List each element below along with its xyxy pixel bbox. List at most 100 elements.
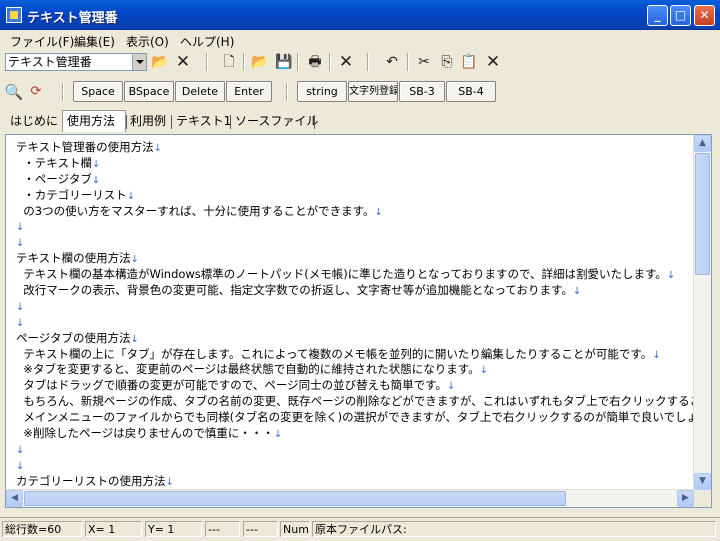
bspace-button[interactable]: BSpace [124, 81, 174, 102]
editor-line-text: ・カテゴリーリスト [16, 187, 127, 202]
paste-icon[interactable]: 📋 [459, 52, 479, 72]
maximize-button[interactable]: □ [670, 5, 691, 26]
open-file-icon[interactable]: 📂 [250, 52, 270, 72]
chevron-down-icon[interactable] [132, 54, 146, 70]
open-folder-icon[interactable]: 📂 [150, 52, 170, 72]
horizontal-scroll-thumb[interactable] [24, 491, 566, 506]
editor-line-text: もちろん、新規ページの作成、タブの名前の変更、既存ページの削除などができますが、… [16, 394, 712, 409]
return-mark-icon: ↓ [153, 143, 163, 154]
status-source-path: 原本ファイルパス: [312, 521, 716, 537]
vertical-scroll-thumb[interactable] [695, 153, 710, 275]
window-title: テキスト管理番 [27, 11, 118, 26]
editor-line-text: メインメニューのファイルからでも同様(タブ名の変更を除く)の選択ができますが、タ… [16, 410, 712, 425]
app-icon[interactable] [6, 7, 22, 23]
vertical-scrollbar[interactable]: ▲ ▼ [693, 135, 711, 490]
return-mark-icon: ↓ [130, 254, 140, 266]
toolbar-separator [243, 53, 245, 71]
editor-line: テキスト管理番の使用方法↓ [16, 139, 691, 155]
tab-text1[interactable]: テキスト1 [172, 111, 235, 131]
return-mark-icon: ↓ [652, 349, 661, 361]
sb3-button[interactable]: SB-3 [399, 81, 445, 102]
return-mark-icon: ↓ [91, 158, 101, 170]
return-mark-icon: ↓ [16, 222, 25, 234]
copy-icon[interactable]: ⎘ [437, 52, 457, 72]
return-mark-icon: ↓ [446, 381, 456, 393]
sb4-button[interactable]: SB-4 [446, 81, 496, 102]
title-bar[interactable]: テキスト管理番 _ □ ✕ [0, 0, 720, 30]
editor-line: 改行マークの表示、背景色の変更可能、指定文字数での折返し、文字寄せ等が追加機能と… [16, 282, 691, 298]
close-button[interactable]: ✕ [694, 5, 715, 26]
status-bar: 総行数=60 X= 1 Y= 1 --- --- Num 原本ファイルパス: [0, 517, 720, 541]
status-field-2: --- [243, 521, 278, 537]
space-button[interactable]: Space [73, 81, 123, 102]
toolbar-separator [367, 53, 369, 71]
editor-line: ↓ [16, 234, 691, 250]
search-icon[interactable]: 🔍 [4, 82, 24, 102]
menu-file[interactable]: ファイル(F) [10, 33, 74, 50]
editor-line: カテゴリーリストの使用方法↓ [16, 473, 691, 489]
text-editor[interactable]: テキスト管理番の使用方法↓ ・テキスト欄↓ ・ページタブ↓ ・カテゴリーリスト↓… [5, 134, 712, 508]
editor-line-text: 改行マークの表示、背景色の変更可能、指定文字数での折返し、文字寄せ等が追加機能と… [16, 283, 573, 298]
status-field-1: --- [205, 521, 240, 537]
tab-usage[interactable]: 使用方法 [62, 110, 126, 132]
enter-button[interactable]: Enter [226, 81, 272, 102]
return-mark-icon: ↓ [91, 174, 101, 186]
editor-line: ↓ [16, 441, 691, 457]
category-combo[interactable]: テキスト管理番 [5, 53, 147, 71]
menu-help[interactable]: ヘルプ(H) [180, 33, 234, 50]
status-x: X= 1 [85, 521, 142, 537]
editor-line: テキスト欄の上に「タブ」が存在します。これによって複数のメモ帳を並列的に開いたり… [16, 346, 691, 362]
editor-line: ※タブを変更すると、変更前のページは最終状態で自動的に維持された状態になります。… [16, 361, 691, 377]
editor-lines: テキスト管理番の使用方法↓ ・テキスト欄↓ ・ページタブ↓ ・カテゴリーリスト↓… [16, 139, 711, 489]
clear-icon[interactable]: ✕ [483, 52, 503, 72]
menu-edit[interactable]: 編集(E) [74, 33, 115, 50]
return-mark-icon: ↓ [165, 476, 174, 488]
menu-view[interactable]: 表示(O) [126, 33, 169, 50]
editor-line-text: カテゴリーリストの使用方法 [16, 473, 166, 488]
editor-line-text: の3つの使い方をマスターすれば、十分に使用することができます。 [16, 203, 375, 218]
editor-line: ・カテゴリーリスト↓ [16, 187, 691, 203]
editor-line: テキスト欄の基本構造がWindows標準のノートパッド(メモ帳)に準じた造りとな… [16, 266, 691, 282]
editor-line-text: テキスト欄の上に「タブ」が存在します。これによって複数のメモ帳を並列的に開いたり… [16, 346, 653, 361]
return-mark-icon: ↓ [273, 429, 283, 441]
category-combo-value: テキスト管理番 [8, 55, 92, 69]
status-num: Num [280, 521, 310, 537]
return-mark-icon: ↓ [16, 238, 25, 250]
replace-icon[interactable]: ⟳ [26, 82, 46, 102]
tab-examples[interactable]: 利用例 [126, 111, 170, 131]
print-icon[interactable]: 🖶 [305, 52, 325, 72]
editor-line: ↓ [16, 218, 691, 234]
undo-icon[interactable]: ↶ [382, 52, 402, 72]
return-mark-icon: ↓ [126, 190, 136, 202]
menu-bar: ファイル(F) 編集(E) 表示(O) ヘルプ(H) [0, 30, 720, 50]
return-mark-icon: ↓ [16, 444, 25, 456]
new-file-icon[interactable]: 🗋 [219, 52, 239, 72]
save-icon[interactable]: 💾 [274, 52, 294, 72]
editor-line: ↓ [16, 314, 691, 330]
editor-line: テキスト欄の使用方法↓ [16, 250, 691, 266]
scroll-down-icon[interactable]: ▼ [694, 473, 711, 490]
editor-line: ↓ [16, 298, 691, 314]
scroll-up-icon[interactable]: ▲ [694, 135, 711, 152]
return-mark-icon: ↓ [666, 270, 676, 282]
return-mark-icon: ↓ [16, 301, 25, 313]
editor-line-text: ※タブを変更すると、変更前のページは最終状態で自動的に維持された状態になります。 [16, 362, 480, 377]
tab-intro[interactable]: はじめに [6, 111, 62, 131]
toolbar-separator [62, 83, 64, 101]
tab-source[interactable]: ソースファイル [231, 111, 322, 131]
scroll-left-icon[interactable]: ◀ [6, 490, 23, 507]
string-button[interactable]: string [297, 81, 347, 102]
scroll-right-icon[interactable]: ▶ [677, 490, 694, 507]
editor-line-text: テキスト管理番の使用方法 [16, 140, 154, 154]
delete-button[interactable]: Delete [175, 81, 225, 102]
horizontal-scrollbar[interactable]: ◀ ▶ [6, 489, 694, 507]
register-string-button[interactable]: 文字列登録 [348, 81, 398, 102]
minimize-button[interactable]: _ [647, 5, 668, 26]
delete-icon[interactable]: ✕ [173, 52, 193, 72]
close-page-icon[interactable]: ✕ [336, 52, 356, 72]
return-mark-icon: ↓ [374, 206, 383, 218]
editor-line-text: ・テキスト欄 [16, 155, 92, 170]
editor-line: ・ページタブ↓ [16, 171, 691, 187]
cut-icon[interactable]: ✂ [414, 52, 434, 72]
toolbar-separator [297, 53, 299, 71]
